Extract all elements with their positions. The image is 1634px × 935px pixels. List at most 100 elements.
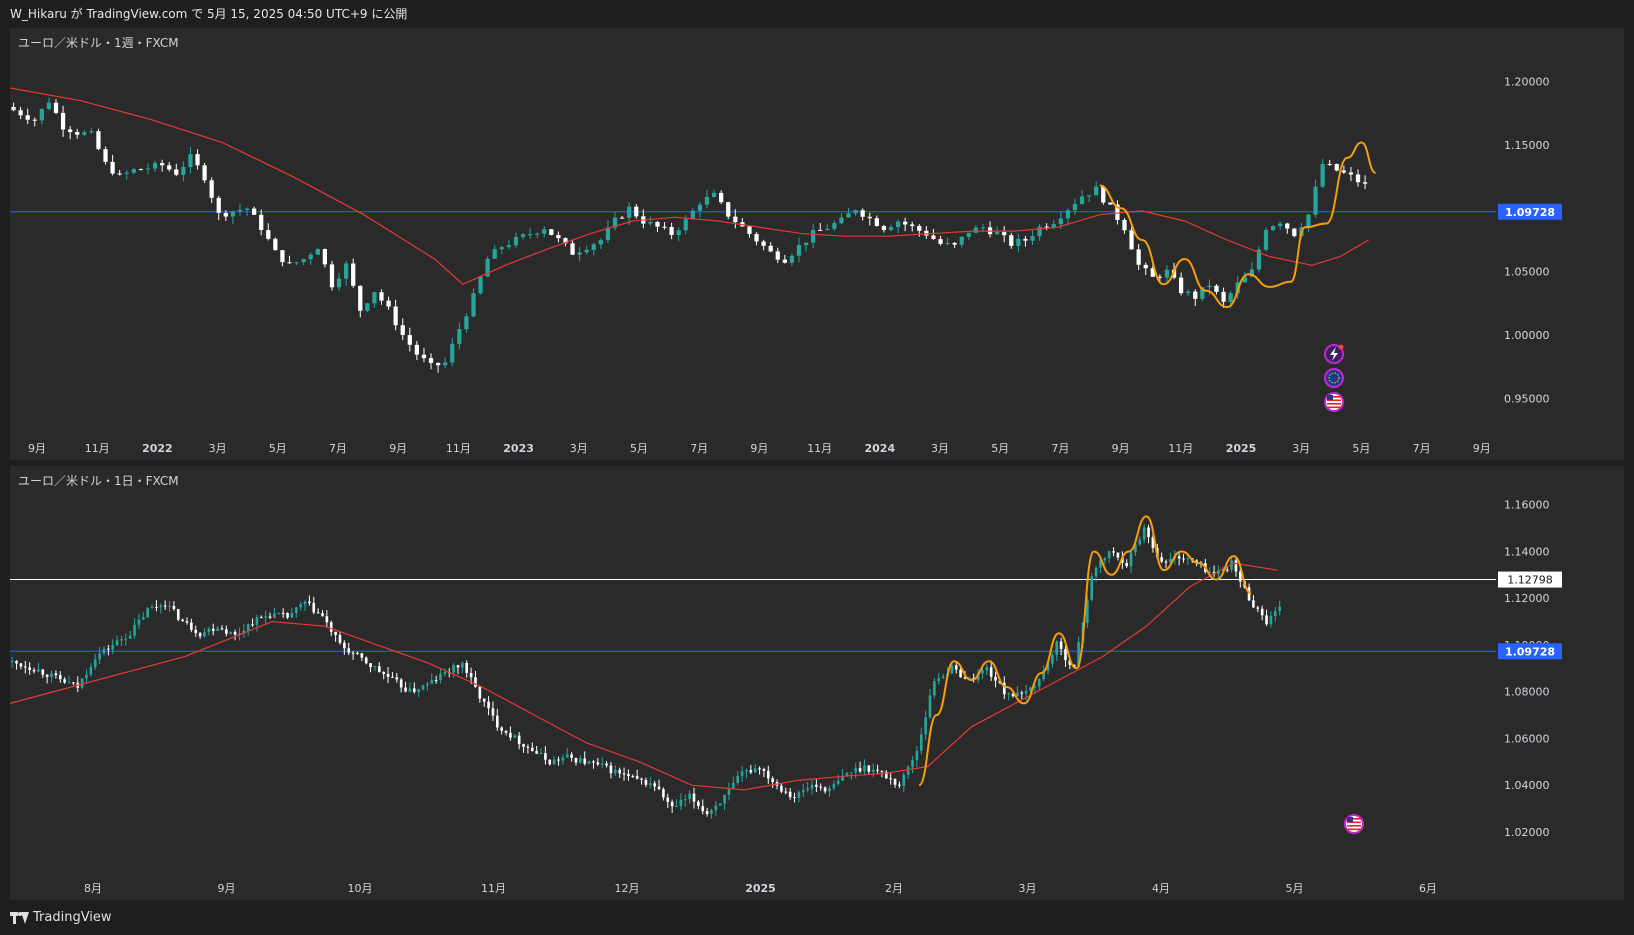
candle — [789, 253, 795, 267]
candle — [294, 261, 299, 265]
candle — [434, 675, 438, 684]
candle — [1142, 523, 1146, 544]
candle — [592, 760, 595, 769]
candle — [526, 744, 530, 754]
candle — [308, 595, 311, 606]
candle — [1256, 246, 1262, 273]
candle — [697, 800, 700, 810]
candle — [67, 675, 71, 684]
candle — [264, 610, 267, 625]
candle — [600, 757, 604, 769]
candle — [360, 652, 364, 661]
candle — [726, 201, 731, 220]
candle — [701, 799, 705, 815]
daily-chart-svg[interactable]: 1.160001.140001.120001.100001.080001.060… — [10, 466, 1624, 900]
candle — [1107, 550, 1111, 564]
candle — [478, 275, 483, 295]
globe-flag-icon[interactable] — [1324, 368, 1344, 388]
candle — [1260, 605, 1264, 621]
candle — [421, 347, 427, 363]
candle — [867, 212, 872, 226]
candle — [220, 625, 224, 631]
candle — [1270, 224, 1276, 232]
us-flag-icon[interactable] — [1324, 392, 1344, 412]
candle — [487, 696, 490, 716]
candle — [131, 168, 136, 175]
candle — [513, 733, 517, 739]
candle — [150, 604, 154, 609]
candle — [168, 600, 171, 613]
candle — [570, 240, 575, 256]
candle — [662, 787, 665, 801]
candle — [159, 603, 163, 614]
lightning-icon[interactable] — [1324, 344, 1344, 364]
candle — [605, 761, 608, 768]
daily-chart-pane[interactable]: 1.160001.140001.120001.100001.080001.060… — [10, 466, 1624, 900]
candle — [287, 255, 292, 264]
candle — [711, 189, 717, 198]
candle — [1348, 167, 1354, 182]
us-flag-icon[interactable] — [1344, 814, 1364, 834]
candle — [530, 742, 534, 752]
candle — [133, 618, 136, 639]
candle — [1030, 230, 1035, 246]
candle — [631, 774, 635, 778]
svg-text:1.09728: 1.09728 — [1505, 645, 1555, 658]
candle — [1136, 244, 1141, 271]
candle — [788, 788, 792, 800]
candle — [670, 799, 674, 813]
candle — [565, 747, 569, 758]
candle — [549, 229, 554, 236]
candle — [251, 618, 254, 627]
candle — [1256, 605, 1260, 613]
candle — [522, 743, 525, 753]
candle — [648, 776, 652, 789]
candle — [902, 772, 906, 793]
candle — [32, 667, 36, 674]
candle — [509, 726, 512, 741]
candle — [634, 203, 639, 219]
candle — [395, 672, 399, 683]
x-tick-label: 11月 — [85, 442, 110, 455]
candle — [513, 232, 519, 249]
candle — [10, 656, 14, 668]
candle — [128, 630, 132, 639]
candle — [579, 755, 582, 765]
candle — [535, 232, 540, 238]
candle — [286, 612, 289, 620]
candle — [1090, 573, 1094, 602]
candle — [209, 177, 214, 204]
candle — [1065, 208, 1071, 226]
candle — [1086, 195, 1092, 203]
candle — [138, 168, 144, 171]
candle — [749, 764, 753, 775]
candle — [492, 245, 497, 260]
tradingview-logo[interactable]: TradingView — [10, 910, 112, 925]
svg-text:1.09728: 1.09728 — [1505, 206, 1555, 219]
candle — [1214, 284, 1219, 295]
candle — [1320, 159, 1325, 188]
candle — [369, 662, 372, 673]
candle — [938, 235, 943, 246]
candle — [1079, 190, 1085, 205]
candle — [207, 626, 211, 636]
candle — [952, 242, 957, 249]
candle — [1125, 559, 1128, 568]
candle — [1055, 640, 1059, 662]
candle — [15, 660, 18, 670]
candle — [906, 765, 910, 780]
candle — [117, 169, 122, 176]
weekly-chart-pane[interactable]: 1.200001.150001.100001.050001.000000.950… — [10, 28, 1624, 460]
candle — [273, 237, 278, 251]
y-tick-label: 1.14000 — [1504, 545, 1550, 558]
x-tick-label: 2022 — [142, 442, 173, 455]
candle — [871, 763, 875, 778]
candle — [53, 98, 59, 115]
candle — [832, 220, 837, 232]
x-tick-label: 12月 — [615, 882, 640, 895]
candle — [860, 208, 865, 221]
candle — [928, 688, 932, 720]
candle — [819, 783, 823, 791]
candle — [675, 799, 678, 808]
weekly-chart-svg[interactable]: 1.200001.150001.100001.050001.000000.950… — [10, 28, 1624, 460]
